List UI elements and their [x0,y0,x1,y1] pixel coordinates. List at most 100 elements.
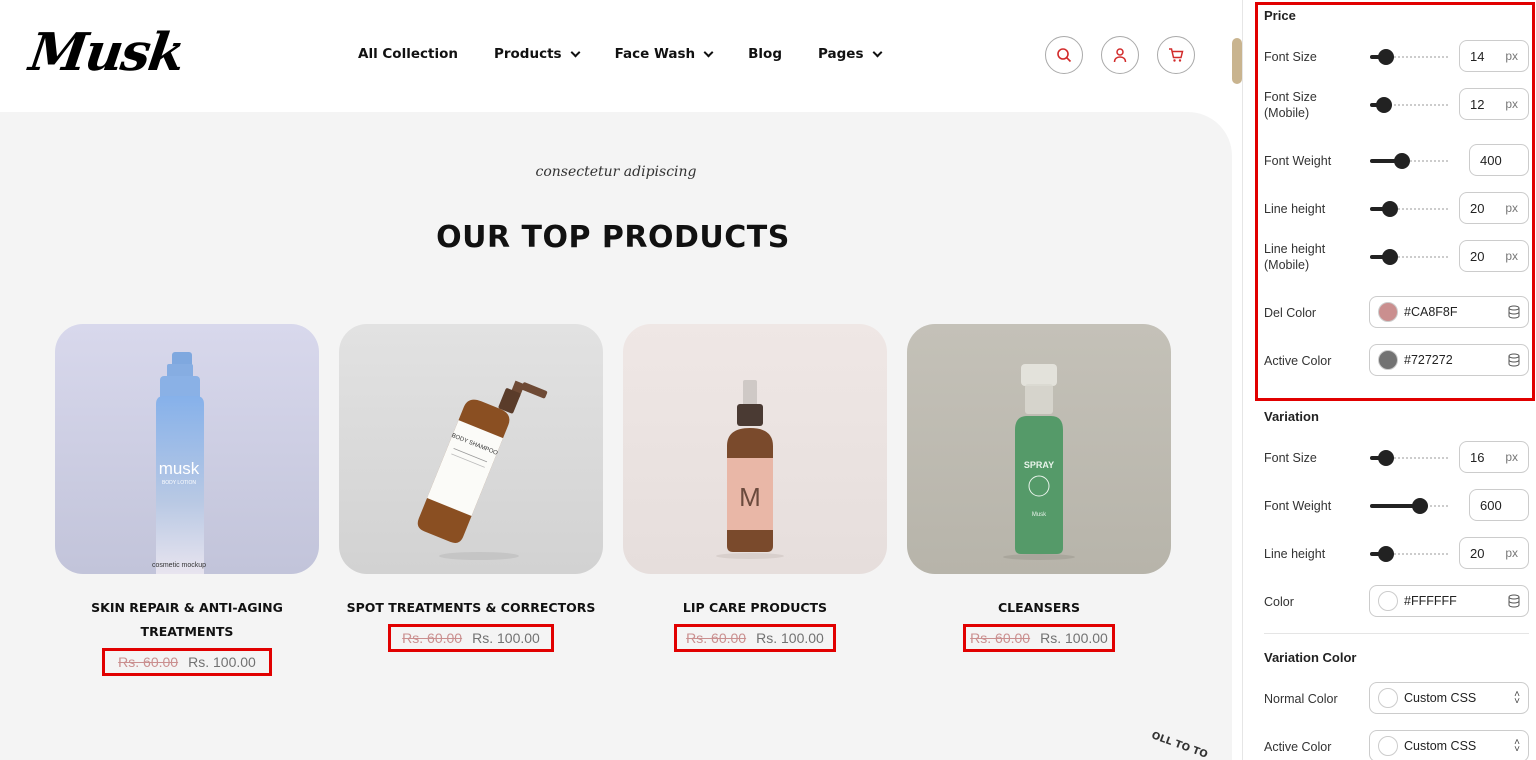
bottle-label: SPRAY [1024,460,1054,470]
product-name[interactable]: SPOT TREATMENTS & CORRECTORS [339,596,603,620]
value: 14 [1470,48,1485,64]
old-price: Rs. 60.00 [686,630,747,646]
normal-color-label: Normal Color [1264,692,1338,706]
variation-color-label: Color [1264,595,1294,609]
top-products-section: consectetur adipiscing OUR TOP PRODUCTS … [0,112,1232,760]
color-swatch[interactable] [1378,302,1398,322]
preview-scrollbar-thumb[interactable] [1232,38,1242,84]
price-line-height-input[interactable]: 20 px [1459,192,1529,224]
account-button[interactable] [1101,36,1139,74]
nav-label: Pages [818,46,864,62]
nav-item-all-collection[interactable]: All Collection [358,46,458,62]
color-swatch[interactable] [1378,688,1398,708]
del-color-picker[interactable]: #CA8F8F [1369,296,1529,328]
bottle-sub: BODY LOTION [162,480,196,486]
slider-knob[interactable] [1378,546,1394,562]
normal-color-select[interactable]: Custom CSS ˄ ˅ [1369,682,1529,714]
product-image[interactable]: SPRAY Musk [907,324,1171,574]
color-swatch[interactable] [1378,591,1398,611]
value: 20 [1470,200,1485,216]
nav-item-pages[interactable]: Pages [818,46,882,62]
product-card[interactable]: musk BODY LOTION cosmetic mockup SKIN RE… [55,324,319,676]
variation-line-height-input[interactable]: 20 px [1459,537,1529,569]
slider-knob[interactable] [1412,498,1428,514]
value: 400 [1480,152,1502,168]
variation-active-color-select[interactable]: Custom CSS ˄ ˅ [1369,730,1529,760]
color-swatch[interactable] [1378,736,1398,756]
slider-knob[interactable] [1378,49,1394,65]
search-icon [1057,48,1072,63]
product-card[interactable]: BODY SHAMPOO SPOT TREATMENTS & CORRECTOR… [339,324,603,652]
price-highlight: Rs. 60.00 Rs. 100.00 [963,624,1115,652]
store-preview: Musk All Collection Products Face Wash B… [0,0,1232,760]
current-price: Rs. 100.00 [188,654,256,670]
color-value: #FFFFFF [1404,594,1457,608]
nav-item-face-wash[interactable]: Face Wash [614,46,714,62]
variation-color-section-title: Variation Color [1264,650,1357,665]
main-nav: All Collection Products Face Wash Blog P… [358,46,917,62]
current-price: Rs. 100.00 [1040,630,1108,646]
select-arrows-icon: ˄ ˅ [1514,737,1520,755]
price-line-height-slider[interactable] [1370,201,1452,217]
product-image[interactable]: musk BODY LOTION cosmetic mockup [55,324,319,574]
cart-button[interactable] [1157,36,1195,74]
price-font-size-mobile-label: Font Size (Mobile) [1264,90,1317,120]
database-icon[interactable] [1508,594,1520,608]
variation-color-picker[interactable]: #FFFFFF [1369,585,1529,617]
unit: px [1505,546,1518,560]
cart-icon [1169,48,1184,62]
price-line-height-label: Line height [1264,202,1326,216]
variation-font-weight-input[interactable]: 600 [1469,489,1529,521]
slider-knob[interactable] [1382,249,1398,265]
price-line-height-mobile-slider[interactable] [1370,249,1452,265]
slider-knob[interactable] [1378,450,1394,466]
unit: px [1505,249,1518,263]
variation-font-size-slider[interactable] [1370,450,1452,466]
price-font-size-slider[interactable] [1370,49,1452,65]
price-font-size-mobile-slider[interactable] [1370,97,1452,113]
value: 20 [1470,545,1485,561]
scroll-to-top-badge[interactable]: OLL TO TO [1150,730,1209,760]
product-name[interactable]: LIP CARE PRODUCTS [623,596,887,620]
product-name[interactable]: SKIN REPAIR & ANTI-AGING TREATMENTS [55,596,319,644]
database-icon[interactable] [1508,353,1520,367]
variation-line-height-label: Line height [1264,547,1326,561]
active-color-picker[interactable]: #727272 [1369,344,1529,376]
value: 16 [1470,449,1485,465]
price-highlight: Rs. 60.00 Rs. 100.00 [102,648,272,676]
product-image[interactable]: BODY SHAMPOO [339,324,603,574]
database-icon[interactable] [1508,305,1520,319]
section-subtitle: consectetur adipiscing [535,164,697,180]
settings-panel: Price Font Size 14 px Font Size (Mobile) … [1242,0,1536,760]
variation-section-title: Variation [1264,409,1319,424]
unit: px [1505,49,1518,63]
product-card[interactable]: SPRAY Musk CLEANSERS Rs. 60.00 Rs. 100.0… [907,324,1171,652]
variation-line-height-slider[interactable] [1370,546,1452,562]
slider-knob[interactable] [1394,153,1410,169]
variation-font-size-input[interactable]: 16 px [1459,441,1529,473]
site-header: Musk All Collection Products Face Wash B… [0,0,1232,112]
price-font-weight-input[interactable]: 400 [1469,144,1529,176]
nav-item-products[interactable]: Products [494,46,581,62]
chevron-down-icon [872,47,882,57]
nav-item-blog[interactable]: Blog [748,46,782,62]
product-image[interactable]: M [623,324,887,574]
unit: px [1505,201,1518,215]
price-font-size-mobile-input[interactable]: 12 px [1459,88,1529,120]
old-price: Rs. 60.00 [970,630,1031,646]
search-button[interactable] [1045,36,1083,74]
variation-font-weight-slider[interactable] [1370,498,1452,514]
slider-knob[interactable] [1376,97,1392,113]
user-icon [1113,48,1127,63]
product-name[interactable]: CLEANSERS [907,596,1171,620]
price-line-height-mobile-input[interactable]: 20 px [1459,240,1529,272]
color-swatch[interactable] [1378,350,1398,370]
slider-knob[interactable] [1382,201,1398,217]
brand-logo[interactable]: Musk [26,22,187,83]
nav-label: Face Wash [614,46,696,62]
chevron-down-icon [570,47,581,57]
variation-font-weight-label: Font Weight [1264,499,1332,513]
price-font-size-input[interactable]: 14 px [1459,40,1529,72]
price-font-weight-slider[interactable] [1370,153,1452,169]
product-card[interactable]: M LIP CARE PRODUCTS Rs. 60.00 Rs. 100.00 [623,324,887,652]
